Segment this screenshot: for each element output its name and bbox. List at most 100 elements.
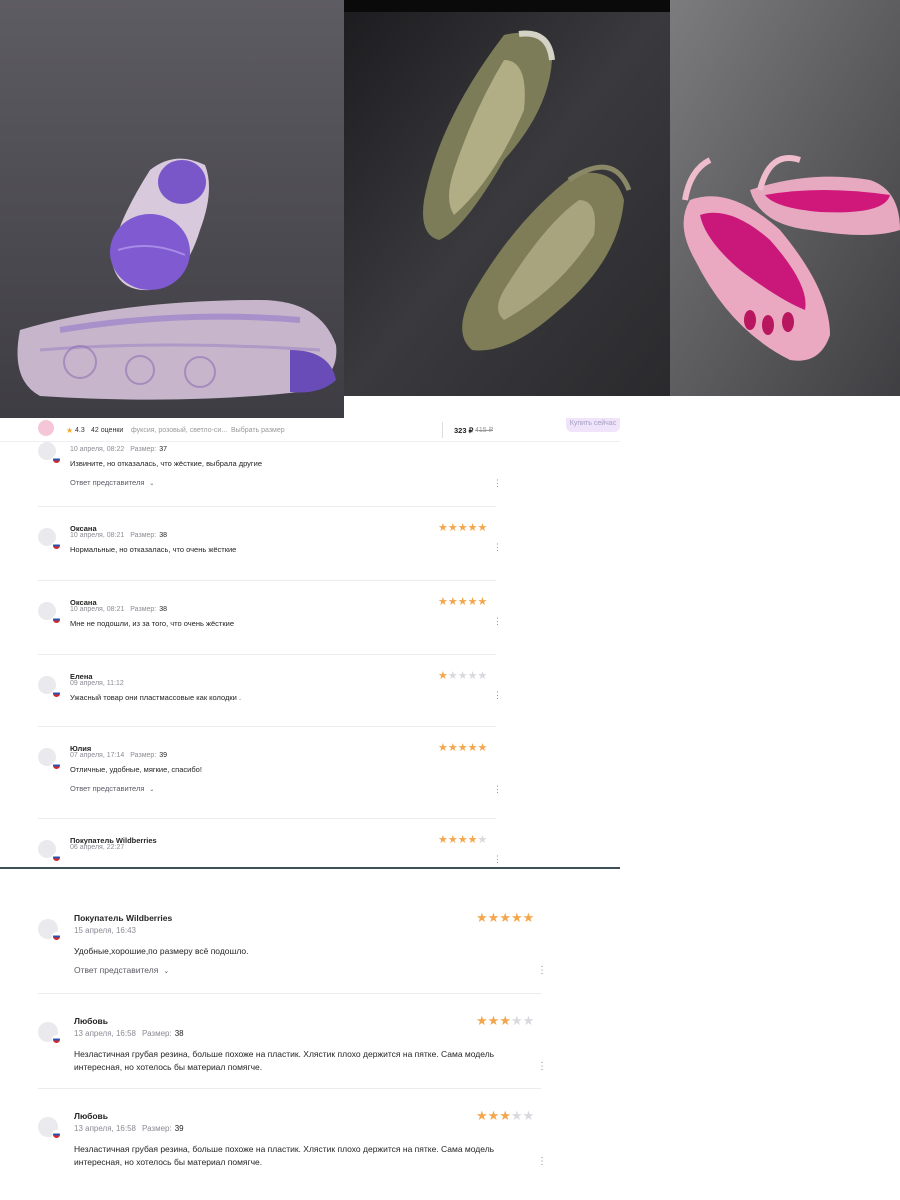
star-icon: ★: [487, 1013, 500, 1028]
more-vertical-icon[interactable]: ⋮: [537, 965, 547, 976]
size-label: Размер:: [130, 446, 157, 453]
review-date: 15 апреля, 16:43: [74, 926, 136, 935]
product-thumbnail[interactable]: [38, 420, 54, 436]
buy-now-button[interactable]: Купить сейчас: [566, 418, 620, 432]
star-icon: ★: [438, 522, 448, 534]
ratings-count[interactable]: 42 оценки: [91, 427, 123, 434]
more-vertical-icon[interactable]: ⋮: [493, 784, 502, 795]
rating-stars: ★★★★★: [438, 669, 487, 682]
reply-label: Ответ представителя: [70, 478, 145, 487]
star-icon: ★: [447, 834, 458, 846]
reviews-list-a: 10 апреля, 08:22 Размер: 37 Извините, но от…: [0, 442, 620, 868]
avatar: [38, 1117, 61, 1139]
star-icon: ★: [477, 834, 488, 846]
star-icon: ★: [457, 522, 468, 534]
star-icon: ★: [510, 1108, 523, 1123]
review-text: Незластичная грубая резина, больше похож…: [74, 1144, 495, 1167]
star-icon: ★: [457, 742, 468, 754]
olive-shoes-image: [344, 0, 670, 396]
review-meta: 09 апреля, 11:12: [70, 680, 124, 687]
star-icon: ★: [467, 670, 478, 682]
more-vertical-icon[interactable]: ⋮: [537, 1061, 547, 1072]
size-value: 39: [159, 752, 168, 759]
chevron-down-icon: ⌄: [163, 968, 170, 975]
review-divider: [38, 726, 496, 727]
more-vertical-icon[interactable]: ⋮: [537, 1156, 547, 1167]
product-photo-lavender[interactable]: [0, 0, 344, 426]
star-icon: ★: [476, 910, 488, 925]
size-value: 39: [174, 1124, 184, 1133]
star-icon: ★: [467, 834, 478, 846]
size-label: Размер:: [130, 532, 157, 539]
size-value: 37: [159, 446, 168, 453]
review-meta: 10 апреля, 08:21 Размер: 38: [70, 532, 167, 539]
review-author: Покупатель Wildberries: [74, 913, 173, 923]
avatar: [38, 528, 61, 550]
review-meta: 06 апреля, 22:27: [70, 844, 124, 851]
avatar: [38, 676, 61, 698]
pink-shoes-image: [670, 0, 900, 396]
star-icon: ★: [438, 834, 448, 846]
color-selector[interactable]: фуксия, розовый, светло-си...: [131, 427, 227, 434]
star-icon: ★: [447, 596, 458, 608]
rating-stars: ★★★★★: [476, 910, 534, 926]
star-icon: ★: [499, 1013, 511, 1028]
seller-reply-toggle[interactable]: Ответ представителя ⌄: [70, 784, 154, 793]
review-text: Нормальные, но отказалась, что очень жёс…: [70, 545, 237, 554]
star-icon: ★: [477, 670, 488, 682]
more-vertical-icon[interactable]: ⋮: [493, 854, 502, 865]
review-text: Отличные, удобные, мягкие, спасибо!: [70, 765, 202, 774]
star-icon: ★: [438, 742, 448, 754]
size-value: 38: [159, 532, 168, 539]
chevron-down-icon: ⌄: [149, 481, 155, 487]
review-meta: 13 апреля, 16:58 Размер: 39: [74, 1124, 184, 1133]
review-meta: 15 апреля, 16:43: [74, 926, 136, 935]
more-vertical-icon[interactable]: ⋮: [493, 478, 502, 489]
review-author: Любовь: [74, 1111, 109, 1121]
lavender-shoes-image: [0, 0, 344, 426]
review-text: Удобные,хорошие,по размеру всё подошло.: [74, 946, 249, 956]
review-meta: 13 апреля, 16:58 Размер: 38: [74, 1029, 184, 1038]
product-photo-pink[interactable]: [670, 0, 900, 396]
more-vertical-icon[interactable]: ⋮: [493, 542, 502, 553]
review-meta: 10 апреля, 08:22 Размер: 37: [70, 446, 167, 453]
review-date: 13 апреля, 16:58: [74, 1124, 136, 1133]
star-icon: ★: [477, 522, 488, 534]
review-date: 10 апреля, 08:21: [70, 606, 125, 613]
rating-stars: ★★★★★: [438, 741, 487, 754]
review-date: 10 апреля, 08:22: [70, 446, 125, 453]
seller-reply-toggle[interactable]: Ответ представителя ⌄: [74, 965, 169, 975]
rating-star-icon: ★: [66, 426, 74, 435]
size-selector[interactable]: Выбрать размер: [231, 427, 285, 434]
star-icon: ★: [447, 742, 458, 754]
review-text: Незластичная грубая резина, больше похож…: [74, 1049, 495, 1072]
size-label: Размер:: [142, 1124, 172, 1133]
star-icon: ★: [467, 742, 478, 754]
divider: [0, 867, 620, 869]
star-icon: ★: [438, 596, 448, 608]
star-icon: ★: [477, 596, 488, 608]
avatar: [38, 602, 61, 624]
divider: [442, 422, 443, 438]
reply-label: Ответ представителя: [74, 965, 159, 975]
review-divider: [38, 818, 496, 819]
star-icon: ★: [522, 1108, 535, 1123]
review-text: Мне не подошли, из за того, что очень жё…: [70, 619, 234, 628]
rating-stars: ★★★★★: [476, 1108, 534, 1124]
avatar: [38, 748, 61, 770]
star-icon: ★: [447, 522, 458, 534]
chevron-down-icon: ⌄: [149, 787, 155, 793]
size-value: 38: [174, 1029, 184, 1038]
more-vertical-icon[interactable]: ⋮: [493, 616, 502, 627]
seller-reply-toggle[interactable]: Ответ представителя ⌄: [70, 478, 154, 487]
price: 323 ₽: [454, 426, 474, 435]
product-photo-olive[interactable]: [344, 0, 670, 396]
size-label: Размер:: [130, 606, 157, 613]
star-icon: ★: [487, 910, 500, 925]
review-divider: [38, 580, 496, 581]
star-icon: ★: [467, 522, 478, 534]
reply-label: Ответ представителя: [70, 784, 145, 793]
more-vertical-icon[interactable]: ⋮: [493, 690, 502, 701]
star-icon: ★: [477, 742, 488, 754]
rating-stars: ★★★★★: [438, 595, 487, 608]
